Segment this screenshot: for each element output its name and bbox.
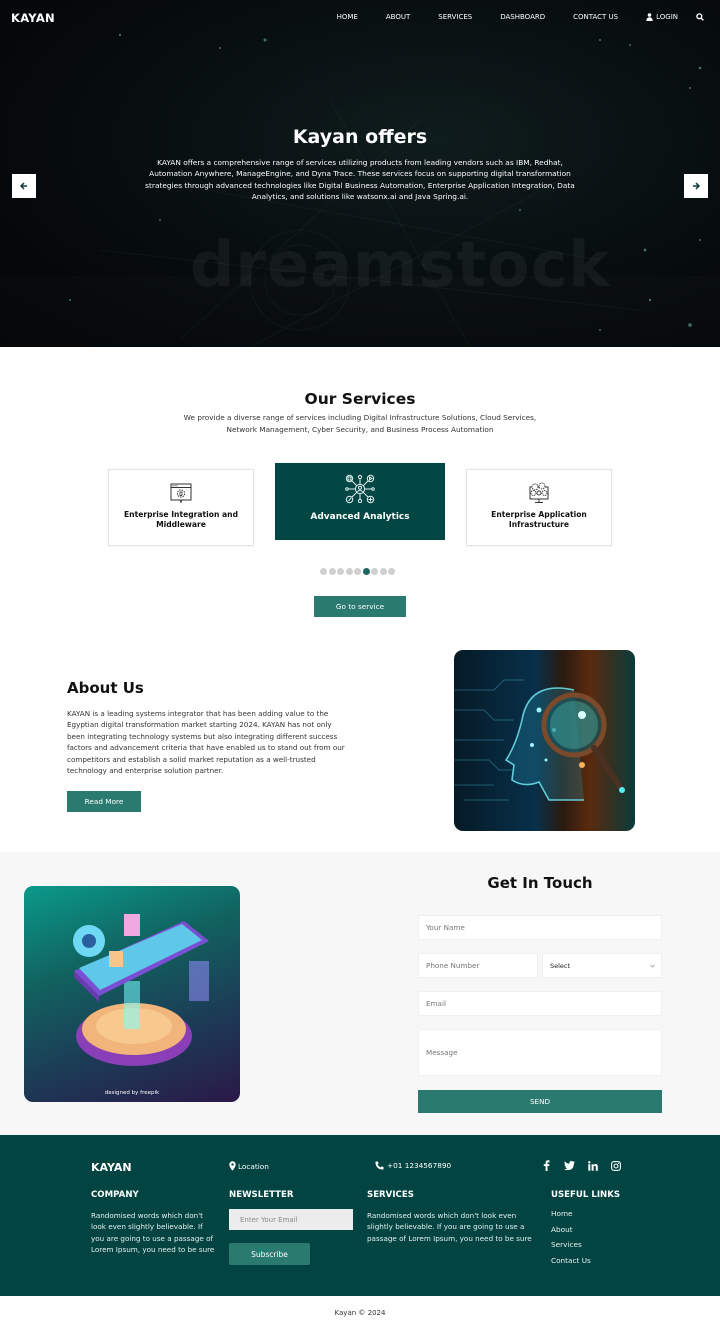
carousel-dot[interactable] [337,568,344,575]
instagram-link[interactable] [610,1160,621,1171]
about-text: KAYAN is a leading systems integrator th… [67,709,345,776]
go-to-service-button[interactable]: Go to service [314,596,406,617]
carousel-dot[interactable] [388,568,395,575]
nav-link-home[interactable]: HOME [337,13,358,21]
newsletter-email-input[interactable]: Enter Your Email [229,1209,353,1230]
footer-services-text: Randomised words which don't look even s… [367,1211,532,1243]
monitor-gears-icon [529,482,549,503]
footer-company-text: Randomised words which don't look even s… [91,1211,215,1255]
carousel-dot[interactable] [328,568,336,575]
services-subtitle: We provide a diverse range of services i… [183,413,537,434]
email-input[interactable]: Email [418,991,662,1016]
footer-link-contact-us[interactable]: Contact Us [551,1256,591,1265]
service-card-enterprise-integration[interactable]: Enterprise Integration and Middleware [108,469,254,546]
image-credit: designed by freepik [104,1090,160,1096]
subscribe-button[interactable]: Subscribe [229,1243,310,1265]
arrow-right-icon [693,182,700,190]
nav-link-services[interactable]: SERVICES [438,13,472,21]
phone-input[interactable]: Phone Number [418,953,538,978]
arrow-left-icon [20,182,27,190]
instagram-icon [610,1160,621,1171]
hero-description: KAYAN offers a comprehensive range of se… [145,158,575,202]
service-card-label: Advanced Analytics [310,512,410,522]
read-more-button[interactable]: Read More [67,791,141,812]
hero-title: Kayan offers [292,126,428,148]
select-dropdown[interactable]: Select [542,953,662,978]
service-card-label: Enterprise Application Infrastructure [491,510,587,529]
facebook-icon [543,1160,550,1171]
footer-phone-number: +01 1234567890 [387,1161,452,1170]
nav-link-contact-us[interactable]: CONTACT US [573,13,618,21]
search-icon [696,13,704,21]
carousel-dots [320,568,395,575]
isometric-phone-image: designed by freepik [24,886,240,1102]
name-input[interactable]: Your Name [418,915,662,940]
footer-location-label: Location [238,1161,269,1171]
chevron-down-icon [650,964,655,968]
about-section: About Us KAYAN is a leading systems inte… [0,637,720,852]
contact-title: Get In Touch [487,874,593,892]
send-button[interactable]: SEND [418,1090,662,1113]
carousel-dot[interactable] [379,568,387,575]
about-title: About Us [67,679,144,697]
twitter-link[interactable] [564,1160,575,1171]
login-link[interactable]: LOGIN [646,13,678,21]
carousel-dot[interactable] [345,568,353,575]
login-label: LOGIN [656,13,678,21]
carousel-dot[interactable] [362,568,370,575]
footer-useful-links-heading: USEFUL LINKS [551,1190,621,1200]
footer-link-about[interactable]: About [551,1225,591,1234]
twitter-icon [564,1161,575,1170]
carousel-next-button[interactable] [684,174,708,198]
footer-location[interactable]: Location [229,1161,269,1171]
user-icon [646,13,653,21]
footer-phone[interactable]: +01 1234567890 [375,1161,451,1170]
search-button[interactable] [696,12,706,22]
contact-section: designed by freepik Get In Touch Your Na… [0,852,720,1135]
nav-link-dashboard[interactable]: DASHBOARD [500,13,545,21]
ai-head-magnifier-image [454,650,635,831]
ai-illustration [454,679,625,801]
footer-link-home[interactable]: Home [551,1209,591,1218]
linkedin-icon [587,1160,598,1171]
services-section: Our Services We provide a diverse range … [0,347,720,637]
footer-company-heading: COMPANY [91,1190,139,1200]
nav-links: HOME ABOUT SERVICES DASHBOARD CONTACT US… [337,12,706,22]
top-navbar: KAYAN HOME ABOUT SERVICES DASHBOARD CONT… [0,0,720,34]
analytics-network-icon [345,474,375,504]
map-pin-icon [229,1161,236,1171]
footer-useful-links: Home About Services Contact Us [551,1209,591,1265]
hero-watermark: dreamstock [190,228,611,301]
service-card-enterprise-application[interactable]: Enterprise Application Infrastructure [466,469,612,546]
carousel-dot[interactable] [354,568,361,575]
footer-services-heading: SERVICES [367,1190,414,1200]
service-card-label: Enterprise Integration and Middleware [124,510,238,529]
footer-link-services[interactable]: Services [551,1240,591,1249]
social-links [541,1160,621,1171]
footer: KAYAN Location +01 1234567890 COMPANY Ra… [0,1135,720,1296]
service-card-advanced-analytics[interactable]: Advanced Analytics [275,463,445,540]
facebook-link[interactable] [541,1160,552,1171]
isometric-illustration [73,914,209,1066]
footer-newsletter-heading: NEWSLETTER [229,1190,294,1200]
carousel-dot[interactable] [320,568,327,575]
copyright-text: Kayan © 2024 [0,1296,720,1331]
footer-brand: KAYAN [91,1161,132,1174]
services-title: Our Services [304,390,416,408]
carousel-dot[interactable] [371,568,378,575]
carousel-prev-button[interactable] [12,174,36,198]
browser-gear-icon [170,483,192,504]
hero-section: dreamstock KAYAN HOME ABOUT SERVICES DAS… [0,0,720,347]
brand-logo[interactable]: KAYAN [11,11,55,25]
nav-link-about[interactable]: ABOUT [386,13,410,21]
phone-icon [375,1161,384,1170]
message-textarea[interactable]: Message [418,1029,662,1076]
linkedin-link[interactable] [587,1160,598,1171]
select-value: Select [550,961,571,970]
